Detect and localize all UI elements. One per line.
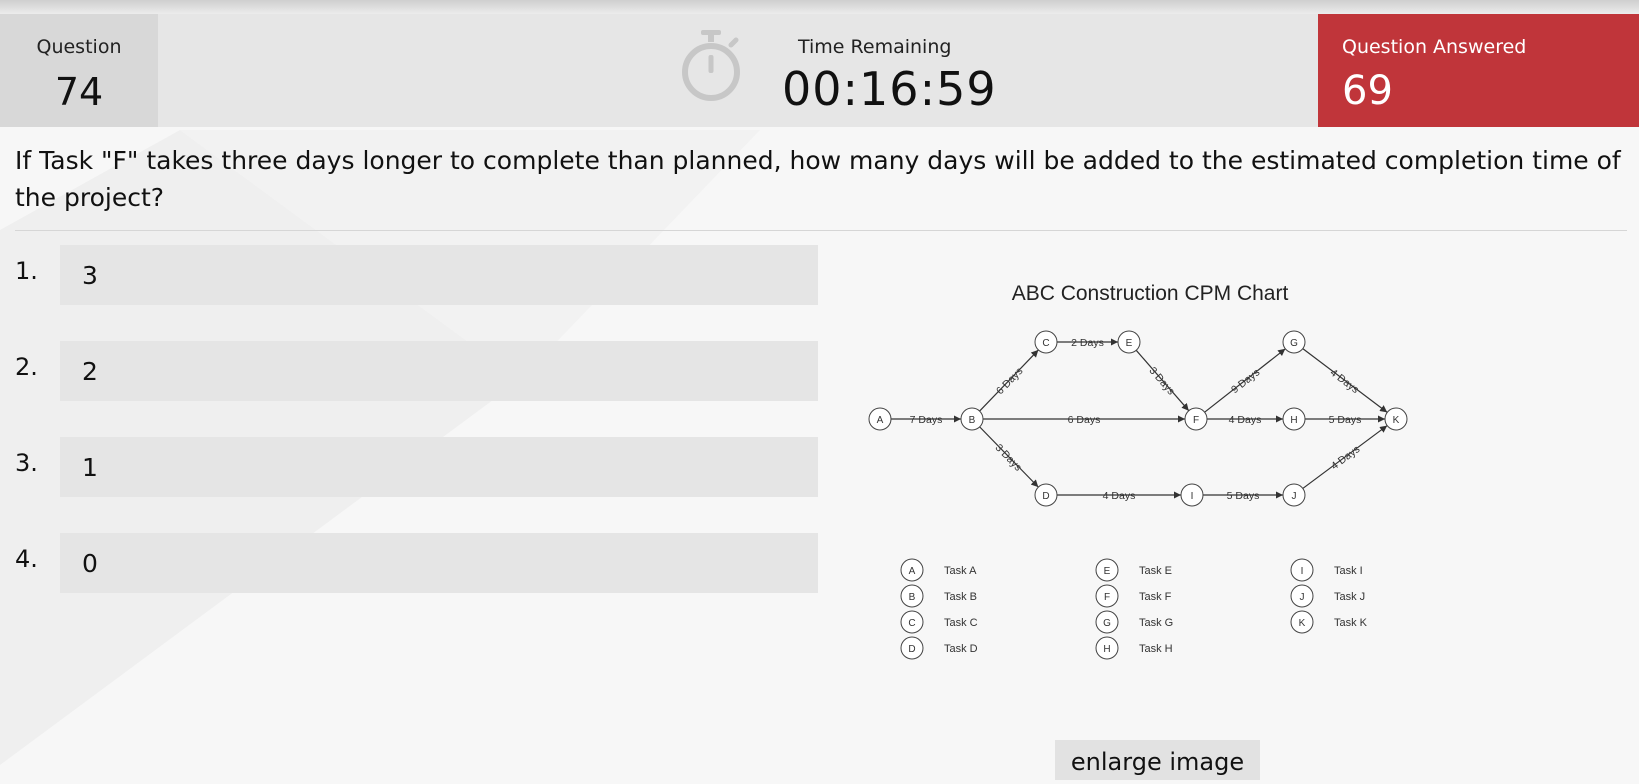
svg-text:Task G: Task G xyxy=(1139,617,1173,629)
legend-item-D: D Task D xyxy=(900,636,978,660)
legend-item-H: H Task H xyxy=(1095,636,1173,660)
edge-label-I-J: 5 Days xyxy=(1227,490,1260,502)
svg-text:E: E xyxy=(1126,338,1133,349)
svg-text:K: K xyxy=(1299,618,1306,629)
svg-text:G: G xyxy=(1103,618,1111,629)
edge-label-F-H: 4 Days xyxy=(1229,414,1262,426)
svg-text:K: K xyxy=(1393,415,1400,426)
svg-text:C: C xyxy=(1042,338,1049,349)
svg-text:Task C: Task C xyxy=(944,617,978,629)
svg-text:D: D xyxy=(908,644,915,655)
edge-label-C-E: 2 Days xyxy=(1071,337,1104,349)
option-3-text: 1 xyxy=(82,453,98,482)
svg-text:J: J xyxy=(1300,592,1305,603)
svg-text:D: D xyxy=(1042,491,1049,502)
node-E: E xyxy=(1117,330,1141,354)
option-4-text: 0 xyxy=(82,549,98,578)
legend-item-J: J Task J xyxy=(1290,584,1365,608)
legend-item-G: G Task G xyxy=(1095,610,1173,634)
svg-text:Task H: Task H xyxy=(1139,643,1173,655)
time-remaining-label: Time Remaining xyxy=(798,36,952,58)
legend-item-E: E Task E xyxy=(1095,558,1172,582)
option-3[interactable]: 1 xyxy=(60,437,818,497)
svg-text:F: F xyxy=(1193,415,1199,426)
node-F: F xyxy=(1184,407,1208,431)
legend-item-F: F Task F xyxy=(1095,584,1172,608)
svg-text:Task B: Task B xyxy=(944,591,977,603)
svg-text:Task A: Task A xyxy=(944,565,977,577)
stopwatch-icon xyxy=(682,30,740,101)
svg-text:F: F xyxy=(1104,592,1110,603)
time-remaining-value: 00:16:59 xyxy=(782,62,997,116)
svg-text:B: B xyxy=(969,415,976,426)
node-I: I xyxy=(1180,483,1204,507)
option-2-text: 2 xyxy=(82,357,98,386)
svg-text:I: I xyxy=(1191,491,1194,502)
svg-text:Task I: Task I xyxy=(1334,565,1363,577)
svg-text:H: H xyxy=(1290,415,1297,426)
node-J: J xyxy=(1282,483,1306,507)
svg-text:Task F: Task F xyxy=(1139,591,1172,603)
svg-text:Task D: Task D xyxy=(944,643,978,655)
svg-text:C: C xyxy=(908,618,915,629)
legend-item-I: I Task I xyxy=(1290,558,1363,582)
edge-label-J-K: 4 Days xyxy=(1329,443,1362,472)
svg-text:A: A xyxy=(877,415,884,426)
node-K: K xyxy=(1384,407,1408,431)
cpm-chart-image: ABC Construction CPM Chart 7 Days 6 Days 2… xyxy=(868,282,1408,660)
option-4-number: 4. xyxy=(15,545,38,573)
node-D: D xyxy=(1034,483,1058,507)
svg-text:Task E: Task E xyxy=(1139,565,1172,577)
svg-text:A: A xyxy=(909,566,916,577)
edge-label-D-I: 4 Days xyxy=(1103,490,1136,502)
question-counter: Question 74 xyxy=(0,14,158,127)
svg-text:B: B xyxy=(909,592,916,603)
questions-answered-box: Question Answered 69 xyxy=(1318,14,1639,127)
option-1[interactable]: 3 xyxy=(60,245,818,305)
option-4[interactable]: 0 xyxy=(60,533,818,593)
node-C: C xyxy=(1034,330,1058,354)
node-A: A xyxy=(868,407,892,431)
edge-label-E-F: 3 Days xyxy=(1146,365,1177,398)
edge-label-B-C: 6 Days xyxy=(994,365,1025,397)
top-strip xyxy=(0,0,1639,14)
legend-item-A: A Task A xyxy=(900,558,977,582)
question-text: If Task "F" takes three days longer to c… xyxy=(15,146,1621,212)
cpm-chart-title: ABC Construction CPM Chart xyxy=(1012,282,1289,305)
legend-item-C: C Task C xyxy=(900,610,978,634)
node-B: B xyxy=(960,407,984,431)
node-H: H xyxy=(1282,407,1306,431)
svg-text:Task K: Task K xyxy=(1334,617,1368,629)
edge-label-G-K: 4 Days xyxy=(1328,367,1361,396)
option-1-text: 3 xyxy=(82,261,98,290)
edge-label-B-D: 3 Days xyxy=(993,442,1024,474)
enlarge-image-button[interactable]: enlarge image xyxy=(1055,740,1260,780)
edge-label-A-B: 7 Days xyxy=(910,414,943,426)
option-3-number: 3. xyxy=(15,449,38,477)
edge-label-F-G: 9 Days xyxy=(1229,366,1262,396)
svg-text:G: G xyxy=(1290,338,1298,349)
question-number: 74 xyxy=(54,70,104,114)
divider xyxy=(15,230,1627,231)
question-label: Question xyxy=(36,36,122,58)
svg-text:Task J: Task J xyxy=(1334,591,1365,603)
svg-text:J: J xyxy=(1292,491,1297,502)
legend-item-K: K Task K xyxy=(1290,610,1368,634)
option-2[interactable]: 2 xyxy=(60,341,818,401)
option-1-number: 1. xyxy=(15,257,38,285)
edge-label-B-F: 6 Days xyxy=(1068,414,1101,426)
questions-answered-count: 69 xyxy=(1342,68,1393,114)
exam-header: Question 74 Time Remaining 00:16:59 Ques… xyxy=(0,14,1639,127)
svg-text:I: I xyxy=(1301,566,1304,577)
legend-item-B: B Task B xyxy=(900,584,977,608)
edge-label-H-K: 5 Days xyxy=(1329,414,1362,426)
svg-text:H: H xyxy=(1103,644,1110,655)
option-2-number: 2. xyxy=(15,353,38,381)
questions-answered-label: Question Answered xyxy=(1342,36,1527,58)
node-G: G xyxy=(1282,330,1306,354)
svg-text:E: E xyxy=(1104,566,1111,577)
